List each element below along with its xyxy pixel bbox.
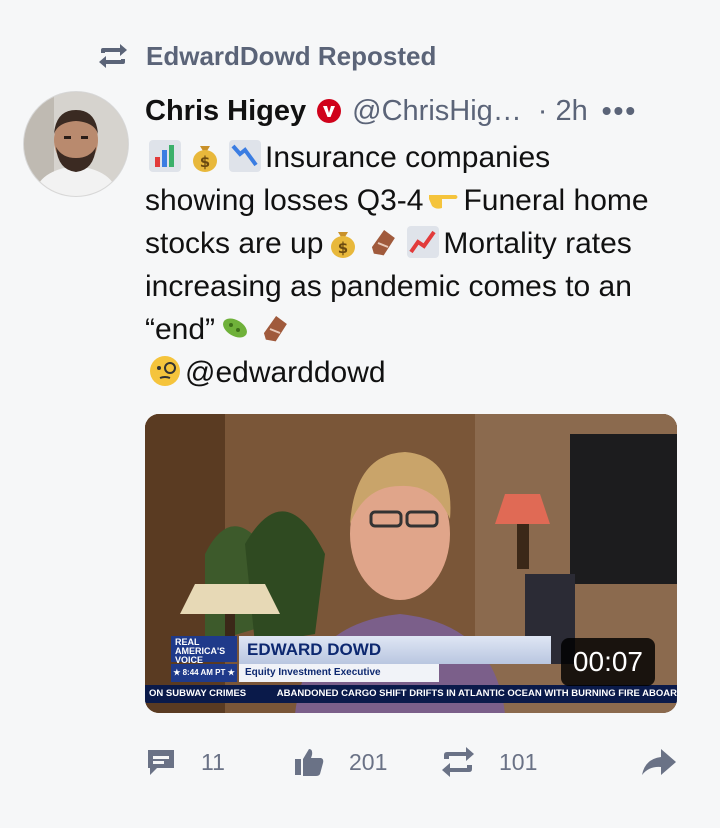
verified-badge-icon: [316, 98, 342, 124]
broadcast-clock: ★ 8:44 AM PT ★: [171, 664, 237, 682]
post-body: $ Insurance companies showing losses Q3-4…: [145, 136, 665, 394]
post-time[interactable]: 2h: [555, 95, 587, 128]
author-name[interactable]: Chris Higey: [145, 95, 306, 128]
repost-count: 101: [499, 748, 538, 775]
avatar[interactable]: [24, 92, 128, 196]
more-options-icon[interactable]: •••: [602, 95, 637, 127]
coffin-icon: [258, 311, 292, 345]
money-bag-icon: $: [188, 139, 222, 173]
comment-icon: [145, 746, 177, 778]
svg-text:$: $: [338, 239, 348, 257]
face-with-monocle-icon: [148, 354, 182, 388]
thumbs-up-icon: [293, 746, 325, 778]
repost-icon: [98, 44, 128, 68]
chart-increasing-icon: [406, 225, 440, 259]
repost-button[interactable]: 101: [441, 742, 537, 782]
comment-count: 11: [201, 748, 225, 775]
action-bar: 11 201 101: [145, 742, 685, 782]
microbe-icon: [218, 311, 252, 345]
coffin-icon: [366, 225, 400, 259]
separator-dot: ·: [537, 94, 548, 127]
ticker-item: ABANDONED CARGO SHIFT DRIFTS IN ATLANTIC…: [276, 688, 677, 699]
bar-chart-icon: [148, 139, 182, 173]
author-handle[interactable]: @ChrisHig…: [352, 95, 522, 128]
money-bag-icon: $: [326, 225, 360, 259]
guest-name: EDWARD DOWD: [239, 636, 551, 664]
comment-button[interactable]: 11: [145, 742, 225, 782]
video-player[interactable]: REAL AMERICA'S VOICE EDWARD DOWD ★ 8:44 …: [145, 414, 677, 713]
news-ticker: ON SUBWAY CRIMES ABANDONED CARGO SHIFT D…: [145, 685, 677, 703]
repost-icon: [441, 747, 475, 777]
repost-indicator[interactable]: EdwardDowd Reposted: [98, 38, 436, 74]
ticker-item: ON SUBWAY CRIMES: [149, 688, 247, 699]
guest-title: Equity Investment Executive: [239, 664, 439, 682]
like-count: 201: [349, 748, 388, 775]
channel-logo: REAL AMERICA'S VOICE: [171, 636, 237, 665]
share-icon: [641, 747, 677, 777]
mention-link[interactable]: @edwarddowd: [185, 356, 386, 389]
chart-decreasing-icon: [228, 139, 262, 173]
like-button[interactable]: 201: [293, 742, 387, 782]
video-duration: 00:07: [560, 638, 655, 686]
repost-label: EdwardDowd Reposted: [146, 40, 437, 71]
pointing-right-icon: [426, 182, 460, 216]
share-button[interactable]: [641, 742, 677, 782]
lower-third: REAL AMERICA'S VOICE EDWARD DOWD ★ 8:44 …: [171, 636, 551, 684]
svg-text:$: $: [200, 153, 210, 171]
post-header: Chris Higey @ChrisHig… · 2h •••: [145, 90, 680, 132]
